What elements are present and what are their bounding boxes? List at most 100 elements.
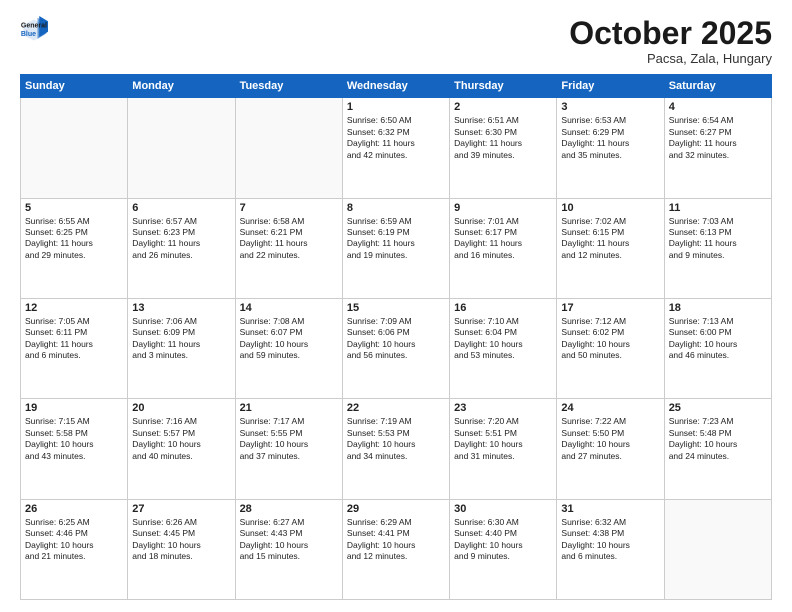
calendar-table: Sunday Monday Tuesday Wednesday Thursday…	[20, 74, 772, 600]
day-number: 14	[240, 302, 338, 314]
calendar-cell: 24 Sunrise: 7:22 AM Sunset: 5:50 PM Dayli…	[557, 399, 664, 499]
day-number: 21	[240, 402, 338, 414]
calendar-cell: 26 Sunrise: 6:25 AM Sunset: 4:46 PM Dayli…	[21, 499, 128, 599]
cell-info: Sunrise: 7:22 AM Sunset: 5:50 PM Dayligh…	[561, 416, 659, 462]
logo: General Blue	[20, 16, 48, 44]
calendar-cell: 13Sunrise: 7:06 AM Sunset: 6:09 PM Dayli…	[128, 298, 235, 398]
header: General Blue October 2025 Pacsa, Zala, H…	[20, 16, 772, 66]
cell-info: Sunrise: 6:57 AM Sunset: 6:23 PM Dayligh…	[132, 216, 230, 262]
day-number: 18	[669, 302, 767, 314]
cell-info: Sunrise: 7:16 AM Sunset: 5:57 PM Dayligh…	[132, 416, 230, 462]
calendar-cell: 11 Sunrise: 7:03 AM Sunset: 6:13 PM Dayli…	[664, 198, 771, 298]
day-number: 26	[25, 503, 123, 515]
day-number: 10	[561, 202, 659, 214]
calendar-cell: 6 Sunrise: 6:57 AM Sunset: 6:23 PM Daylig…	[128, 198, 235, 298]
calendar-week-row: 1 Sunrise: 6:50 AM Sunset: 6:32 PM Daylig…	[21, 98, 772, 198]
day-number: 25	[669, 402, 767, 414]
calendar-cell: 14Sunrise: 7:08 AM Sunset: 6:07 PM Dayli…	[235, 298, 342, 398]
calendar-cell: 16 Sunrise: 7:10 AM Sunset: 6:04 PM Dayli…	[450, 298, 557, 398]
day-number: 23	[454, 402, 552, 414]
calendar-week-row: 26 Sunrise: 6:25 AM Sunset: 4:46 PM Dayli…	[21, 499, 772, 599]
col-friday: Friday	[557, 75, 664, 98]
svg-text:General: General	[21, 22, 47, 29]
cell-info: Sunrise: 7:15 AM Sunset: 5:58 PM Dayligh…	[25, 416, 123, 462]
day-number: 6	[132, 202, 230, 214]
calendar-cell: 29Sunrise: 6:29 AM Sunset: 4:41 PM Dayli…	[342, 499, 449, 599]
cell-info: Sunrise: 7:01 AM Sunset: 6:17 PM Dayligh…	[454, 216, 552, 262]
title-block: October 2025 Pacsa, Zala, Hungary	[569, 16, 772, 66]
cell-info: Sunrise: 7:19 AM Sunset: 5:53 PM Dayligh…	[347, 416, 445, 462]
cell-info: Sunrise: 6:53 AM Sunset: 6:29 PM Dayligh…	[561, 115, 659, 161]
day-number: 31	[561, 503, 659, 515]
page: General Blue October 2025 Pacsa, Zala, H…	[0, 0, 792, 612]
day-number: 19	[25, 402, 123, 414]
calendar-cell: 1 Sunrise: 6:50 AM Sunset: 6:32 PM Daylig…	[342, 98, 449, 198]
calendar-cell: 23 Sunrise: 7:20 AM Sunset: 5:51 PM Dayli…	[450, 399, 557, 499]
day-number: 12	[25, 302, 123, 314]
day-number: 28	[240, 503, 338, 515]
location: Pacsa, Zala, Hungary	[569, 51, 772, 66]
cell-info: Sunrise: 7:05 AM Sunset: 6:11 PM Dayligh…	[25, 316, 123, 362]
calendar-cell: 31 Sunrise: 6:32 AM Sunset: 4:38 PM Dayli…	[557, 499, 664, 599]
calendar-cell: 17 Sunrise: 7:12 AM Sunset: 6:02 PM Dayli…	[557, 298, 664, 398]
calendar-cell: 15Sunrise: 7:09 AM Sunset: 6:06 PM Dayli…	[342, 298, 449, 398]
calendar-cell: 22 Sunrise: 7:19 AM Sunset: 5:53 PM Dayli…	[342, 399, 449, 499]
col-wednesday: Wednesday	[342, 75, 449, 98]
calendar-cell: 12 Sunrise: 7:05 AM Sunset: 6:11 PM Dayli…	[21, 298, 128, 398]
cell-info: Sunrise: 7:12 AM Sunset: 6:02 PM Dayligh…	[561, 316, 659, 362]
day-number: 13	[132, 302, 230, 314]
calendar-cell: 9 Sunrise: 7:01 AM Sunset: 6:17 PM Daylig…	[450, 198, 557, 298]
cell-info: Sunrise: 7:02 AM Sunset: 6:15 PM Dayligh…	[561, 216, 659, 262]
col-thursday: Thursday	[450, 75, 557, 98]
month-title: October 2025	[569, 16, 772, 51]
calendar-cell: 20Sunrise: 7:16 AM Sunset: 5:57 PM Dayli…	[128, 399, 235, 499]
cell-info: Sunrise: 7:23 AM Sunset: 5:48 PM Dayligh…	[669, 416, 767, 462]
calendar-cell	[21, 98, 128, 198]
day-number: 17	[561, 302, 659, 314]
day-number: 9	[454, 202, 552, 214]
calendar-cell: 25 Sunrise: 7:23 AM Sunset: 5:48 PM Dayli…	[664, 399, 771, 499]
calendar-cell: 28 Sunrise: 6:27 AM Sunset: 4:43 PM Dayli…	[235, 499, 342, 599]
col-sunday: Sunday	[21, 75, 128, 98]
cell-info: Sunrise: 6:25 AM Sunset: 4:46 PM Dayligh…	[25, 517, 123, 563]
cell-info: Sunrise: 6:27 AM Sunset: 4:43 PM Dayligh…	[240, 517, 338, 563]
cell-info: Sunrise: 6:55 AM Sunset: 6:25 PM Dayligh…	[25, 216, 123, 262]
day-number: 24	[561, 402, 659, 414]
day-number: 16	[454, 302, 552, 314]
cell-info: Sunrise: 7:10 AM Sunset: 6:04 PM Dayligh…	[454, 316, 552, 362]
day-number: 11	[669, 202, 767, 214]
calendar-week-row: 5 Sunrise: 6:55 AM Sunset: 6:25 PM Daylig…	[21, 198, 772, 298]
calendar-header-row: Sunday Monday Tuesday Wednesday Thursday…	[21, 75, 772, 98]
cell-info: Sunrise: 6:59 AM Sunset: 6:19 PM Dayligh…	[347, 216, 445, 262]
cell-info: Sunrise: 6:51 AM Sunset: 6:30 PM Dayligh…	[454, 115, 552, 161]
day-number: 30	[454, 503, 552, 515]
calendar-cell	[128, 98, 235, 198]
cell-info: Sunrise: 7:17 AM Sunset: 5:55 PM Dayligh…	[240, 416, 338, 462]
day-number: 1	[347, 101, 445, 113]
cell-info: Sunrise: 6:32 AM Sunset: 4:38 PM Dayligh…	[561, 517, 659, 563]
day-number: 27	[132, 503, 230, 515]
cell-info: Sunrise: 6:50 AM Sunset: 6:32 PM Dayligh…	[347, 115, 445, 161]
calendar-cell	[664, 499, 771, 599]
calendar-cell: 19 Sunrise: 7:15 AM Sunset: 5:58 PM Dayli…	[21, 399, 128, 499]
cell-info: Sunrise: 7:20 AM Sunset: 5:51 PM Dayligh…	[454, 416, 552, 462]
cell-info: Sunrise: 7:03 AM Sunset: 6:13 PM Dayligh…	[669, 216, 767, 262]
calendar-cell: 30Sunrise: 6:30 AM Sunset: 4:40 PM Dayli…	[450, 499, 557, 599]
calendar-cell: 2Sunrise: 6:51 AM Sunset: 6:30 PM Daylig…	[450, 98, 557, 198]
day-number: 22	[347, 402, 445, 414]
calendar-cell: 4Sunrise: 6:54 AM Sunset: 6:27 PM Daylig…	[664, 98, 771, 198]
cell-info: Sunrise: 7:09 AM Sunset: 6:06 PM Dayligh…	[347, 316, 445, 362]
calendar-cell: 8Sunrise: 6:59 AM Sunset: 6:19 PM Daylig…	[342, 198, 449, 298]
calendar-week-row: 12 Sunrise: 7:05 AM Sunset: 6:11 PM Dayli…	[21, 298, 772, 398]
calendar-cell	[235, 98, 342, 198]
cell-info: Sunrise: 7:13 AM Sunset: 6:00 PM Dayligh…	[669, 316, 767, 362]
cell-info: Sunrise: 6:58 AM Sunset: 6:21 PM Dayligh…	[240, 216, 338, 262]
calendar-cell: 3Sunrise: 6:53 AM Sunset: 6:29 PM Daylig…	[557, 98, 664, 198]
calendar-cell: 21 Sunrise: 7:17 AM Sunset: 5:55 PM Dayli…	[235, 399, 342, 499]
col-monday: Monday	[128, 75, 235, 98]
day-number: 5	[25, 202, 123, 214]
day-number: 4	[669, 101, 767, 113]
svg-text:Blue: Blue	[21, 31, 36, 38]
calendar-cell: 10 Sunrise: 7:02 AM Sunset: 6:15 PM Dayli…	[557, 198, 664, 298]
calendar-cell: 27Sunrise: 6:26 AM Sunset: 4:45 PM Dayli…	[128, 499, 235, 599]
